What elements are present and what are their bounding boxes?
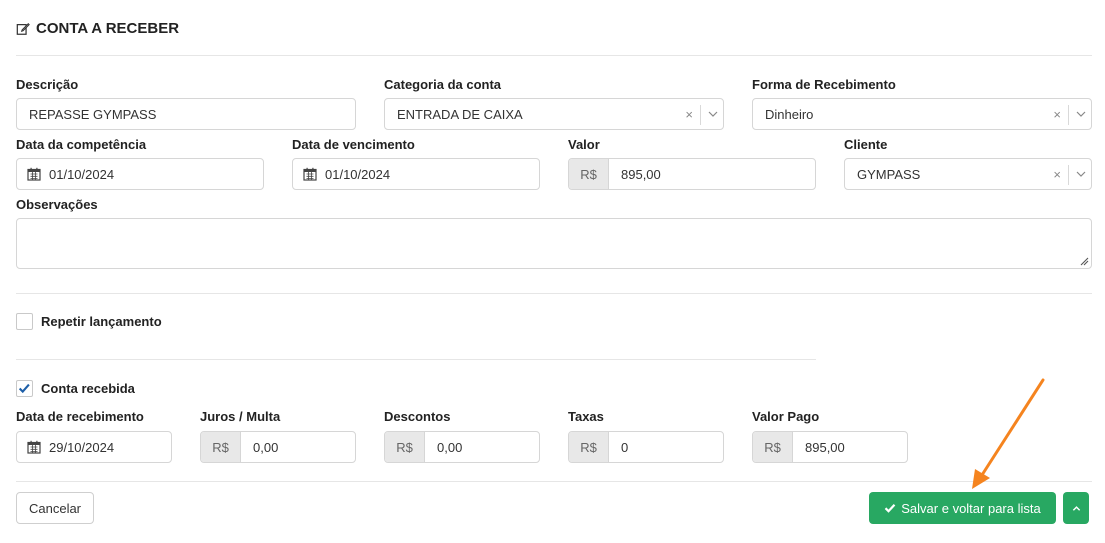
currency-prefix: R$: [385, 432, 425, 462]
competencia-date-input[interactable]: 01/10/2024: [16, 158, 264, 190]
taxas-input[interactable]: R$ 0: [568, 431, 724, 463]
vencimento-value: 01/10/2024: [325, 166, 391, 182]
forma-label: Forma de Recebimento: [752, 77, 896, 92]
categoria-select[interactable]: ENTRADA DE CAIXA ×: [384, 98, 724, 130]
categoria-value: ENTRADA DE CAIXA: [397, 106, 523, 122]
competencia-value: 01/10/2024: [49, 166, 115, 182]
observacoes-textarea[interactable]: [16, 218, 1092, 269]
forma-select[interactable]: Dinheiro ×: [752, 98, 1092, 130]
divider: [16, 359, 816, 360]
calendar-icon: [27, 440, 41, 454]
taxas-label: Taxas: [568, 409, 604, 424]
conta-recebida-label: Conta recebida: [41, 381, 135, 396]
valor-value: 895,00: [621, 166, 661, 182]
valor-pago-input[interactable]: R$ 895,00: [752, 431, 908, 463]
juros-value: 0,00: [253, 439, 279, 455]
divider: [16, 481, 1092, 482]
save-button-label: Salvar e voltar para lista: [901, 500, 1041, 516]
select-separator: [1068, 165, 1069, 185]
data-recebimento-input[interactable]: 29/10/2024: [16, 431, 172, 463]
edit-icon: [16, 22, 30, 35]
observacoes-label: Observações: [16, 197, 98, 212]
repetir-checkbox[interactable]: [16, 313, 33, 330]
currency-prefix: R$: [201, 432, 241, 462]
descricao-input[interactable]: REPASSE GYMPASS: [16, 98, 356, 130]
conta-recebida-checkbox[interactable]: [16, 380, 33, 397]
taxas-value: 0: [621, 439, 629, 455]
cliente-label: Cliente: [844, 137, 888, 152]
descricao-label: Descrição: [16, 77, 79, 92]
descontos-value: 0,00: [437, 439, 463, 455]
forma-clear-icon[interactable]: ×: [1053, 107, 1061, 122]
currency-prefix: R$: [569, 159, 609, 189]
select-separator: [1068, 105, 1069, 125]
valor-pago-value: 895,00: [805, 439, 845, 455]
juros-input[interactable]: R$ 0,00: [200, 431, 356, 463]
forma-value: Dinheiro: [765, 106, 814, 122]
valor-label: Valor: [568, 137, 600, 152]
data-recebimento-value: 29/10/2024: [49, 439, 115, 455]
arrow-annotation: [972, 378, 1045, 489]
cliente-value: GYMPASS: [857, 166, 921, 182]
descontos-label: Descontos: [384, 409, 451, 424]
vencimento-label: Data de vencimento: [292, 137, 415, 152]
currency-prefix: R$: [753, 432, 793, 462]
check-icon: [884, 504, 896, 513]
divider: [16, 293, 1092, 294]
juros-label: Juros / Multa: [200, 409, 281, 424]
valor-input[interactable]: R$ 895,00: [568, 158, 816, 190]
save-and-return-button[interactable]: Salvar e voltar para lista: [869, 492, 1056, 524]
categoria-label: Categoria da conta: [384, 77, 502, 92]
calendar-icon: [27, 167, 41, 181]
data-recebimento-label: Data de recebimento: [16, 409, 144, 424]
vencimento-date-input[interactable]: 01/10/2024: [292, 158, 540, 190]
descontos-input[interactable]: R$ 0,00: [384, 431, 540, 463]
chevron-down-icon[interactable]: [1076, 109, 1086, 119]
currency-prefix: R$: [569, 432, 609, 462]
select-separator: [700, 105, 701, 125]
cliente-select[interactable]: GYMPASS ×: [844, 158, 1092, 190]
repetir-label: Repetir lançamento: [41, 314, 162, 329]
descricao-value: REPASSE GYMPASS: [29, 106, 157, 122]
chevron-down-icon[interactable]: [1076, 169, 1086, 179]
categoria-clear-icon[interactable]: ×: [685, 107, 693, 122]
cancel-button[interactable]: Cancelar: [16, 492, 94, 524]
competencia-label: Data da competência: [16, 137, 147, 152]
page-title: CONTA A RECEBER: [16, 20, 179, 37]
chevron-down-icon[interactable]: [708, 109, 718, 119]
check-icon: [18, 383, 30, 394]
cliente-clear-icon[interactable]: ×: [1053, 167, 1061, 182]
save-options-toggle[interactable]: [1063, 492, 1089, 524]
divider: [16, 55, 1092, 56]
calendar-icon: [303, 167, 317, 181]
resize-handle-icon[interactable]: [1079, 256, 1089, 266]
chevron-up-icon: [1072, 505, 1080, 511]
valor-pago-label: Valor Pago: [752, 409, 820, 424]
page-title-text: CONTA A RECEBER: [36, 20, 180, 37]
